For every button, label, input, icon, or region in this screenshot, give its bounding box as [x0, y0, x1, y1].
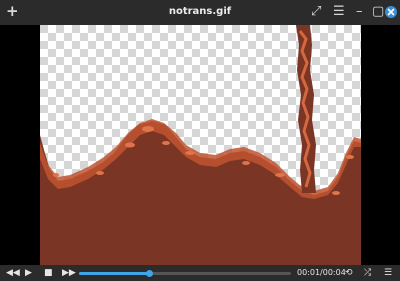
seek-handle[interactable] [145, 270, 153, 277]
fast-forward-icon[interactable]: ▶▶ [62, 267, 76, 279]
rewind-icon[interactable]: ◀◀ [6, 267, 20, 279]
close-button[interactable] [385, 6, 397, 18]
seek-progress [79, 272, 149, 275]
stop-icon[interactable]: ■ [44, 267, 53, 279]
seek-bar[interactable] [79, 270, 291, 277]
close-icon [387, 8, 395, 16]
playlist-icon[interactable]: ☰ [384, 267, 392, 279]
player-controls: ◀◀ ▶ ■ ▶▶ 00:01/00:04 ⟲ ⤮ ☰ [0, 265, 400, 281]
gif-frame [40, 25, 361, 265]
play-icon[interactable]: ▶ [25, 267, 32, 279]
maximize-icon[interactable]: ▢ [372, 4, 384, 20]
shuffle-icon[interactable]: ⤮ [364, 267, 371, 279]
expand-icon[interactable]: ⤢ [311, 4, 321, 20]
loop-icon[interactable]: ⟲ [345, 267, 353, 279]
time-display: 00:01/00:04 [297, 268, 346, 277]
minimize-icon[interactable]: – [356, 4, 363, 20]
hamburger-menu-icon[interactable]: ☰ [333, 4, 345, 20]
title-bar: + notrans.gif ⤢ ☰ – ▢ [0, 0, 400, 25]
media-viewport [0, 25, 400, 265]
